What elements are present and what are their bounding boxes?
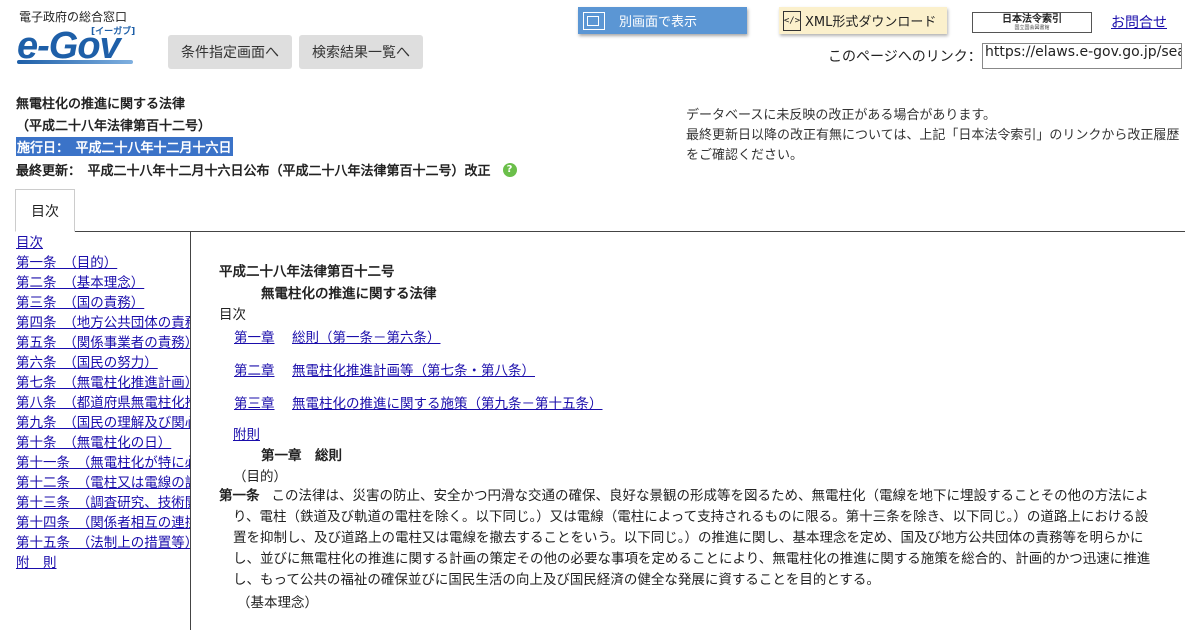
- logo-swoosh-icon: [17, 60, 133, 64]
- toc-item[interactable]: 第十三条 （調査研究、技術開発等の推進等）: [16, 494, 190, 514]
- toc-item-link[interactable]: 第九条 （国民の理解及び関心の増進）: [16, 415, 190, 431]
- toc-chapter-2[interactable]: 第二章 無電柱化推進計画等（第七条・第八条）: [234, 359, 535, 379]
- search-results-button[interactable]: 検索結果一覧へ: [299, 35, 423, 69]
- toc-item[interactable]: 第十条 （無電柱化の日）: [16, 434, 190, 454]
- law-index-title: 日本法令索引: [1002, 14, 1062, 25]
- toc-sidebar[interactable]: 目次第一条 （目的） 第二条 （基本理念） 第三条 （国の責務） 第四条 （地方公共団…: [16, 234, 191, 630]
- chapter-1-heading: 第一章 総則: [261, 448, 342, 464]
- chapter-1-number[interactable]: 第一章: [234, 326, 292, 346]
- law-index-button[interactable]: 日本法令索引 国立国会図書館: [972, 12, 1092, 33]
- contact-link[interactable]: お問合せ: [1111, 12, 1167, 32]
- toc-item-link[interactable]: 第四条 （地方公共団体の責務）: [16, 315, 190, 331]
- toc-item-link[interactable]: 目次: [16, 235, 43, 251]
- toc-item-link[interactable]: 第八条 （都道府県無電柱化推進計画等）: [16, 395, 190, 411]
- toc-item[interactable]: 第九条 （国民の理解及び関心の増進）: [16, 414, 190, 434]
- open-new-window-button[interactable]: 別画面で表示: [578, 7, 747, 34]
- last-updated-text: 最終更新： 平成二十八年十二月十六日公布（平成二十八年法律第百十二号）改正: [16, 164, 491, 179]
- toc-item-link[interactable]: 附 則: [16, 555, 57, 571]
- body-toc-label: 目次: [219, 307, 246, 323]
- logo-tag: [イーガブ]: [91, 27, 136, 37]
- tab-toc[interactable]: 目次: [15, 189, 75, 232]
- article-1-caption: （目的）: [233, 469, 287, 485]
- toc-item-link[interactable]: 第十三条 （調査研究、技術開発等の推進等）: [16, 495, 190, 511]
- chapter-1-title[interactable]: 総則（第一条－第六条）: [292, 330, 441, 346]
- page-link-label: このページへのリンク：: [828, 49, 982, 65]
- toc-item-link[interactable]: 第十二条 （電柱又は電線の設置の抑制及び撤去）: [16, 475, 190, 491]
- new-window-icon: [583, 11, 605, 30]
- toc-item[interactable]: 第二条 （基本理念）: [16, 274, 190, 294]
- law-index-sub: 国立国会図書館: [1014, 25, 1050, 31]
- last-updated: 最終更新： 平成二十八年十二月十六日公布（平成二十八年法律第百十二号）改正 ?: [16, 160, 517, 179]
- toc-item[interactable]: 附 則: [16, 554, 190, 574]
- toc-item[interactable]: 第十二条 （電柱又は電線の設置の抑制及び撤去）: [16, 474, 190, 494]
- toc-item-link[interactable]: 第十五条 （法制上の措置等）: [16, 535, 190, 551]
- chapter-3-number[interactable]: 第三章: [234, 392, 292, 412]
- egov-logo[interactable]: e-Gov [イーガブ]: [17, 22, 137, 68]
- notice-line-1: データベースに未反映の改正がある場合があります。: [686, 108, 997, 123]
- article-1-number: 第一条: [219, 488, 260, 504]
- toc-item-link[interactable]: 第七条 （無電柱化推進計画）: [16, 375, 190, 391]
- toc-item[interactable]: 第十一条 （無電柱化が特に必要であると認められる道路の占用の禁止等）: [16, 454, 190, 474]
- enforcement-date: 施行日： 平成二十八年十二月十六日: [16, 137, 233, 156]
- sidebar-divider: [190, 232, 191, 630]
- toc-item[interactable]: 第八条 （都道府県無電柱化推進計画等）: [16, 394, 190, 414]
- toc-item[interactable]: 第七条 （無電柱化推進計画）: [16, 374, 190, 394]
- toc-item-link[interactable]: 第十四条 （関係者相互の連携及び協力）: [16, 515, 190, 531]
- toc-item[interactable]: 第十五条 （法制上の措置等）: [16, 534, 190, 554]
- condition-search-button[interactable]: 条件指定画面へ: [168, 35, 292, 69]
- toc-item-link[interactable]: 第十条 （無電柱化の日）: [16, 435, 171, 451]
- body-law-number: 平成二十八年法律第百十二号: [219, 264, 395, 280]
- toc-list: 目次第一条 （目的） 第二条 （基本理念） 第三条 （国の責務） 第四条 （地方公共団…: [16, 234, 190, 574]
- article-2-caption: （基本理念）: [237, 595, 318, 611]
- help-icon[interactable]: ?: [502, 162, 517, 177]
- notice-line-2: 最終更新日以降の改正有無については、上記「日本法令索引」のリンクから改正履歴をご…: [686, 128, 1180, 163]
- xml-download-button[interactable]: </> XML形式ダウンロード: [779, 7, 947, 34]
- toc-item-link[interactable]: 第六条 （国民の努力）: [16, 355, 158, 371]
- toc-item-link[interactable]: 第一条 （目的）: [16, 255, 117, 271]
- toc-item[interactable]: 第六条 （国民の努力）: [16, 354, 190, 374]
- toc-item-link[interactable]: 第三条 （国の責務）: [16, 295, 144, 311]
- supplementary-link[interactable]: 附則: [233, 427, 260, 443]
- law-number: （平成二十八年法律第百十二号）: [16, 119, 212, 134]
- body-law-title: 無電柱化の推進に関する法律: [261, 286, 437, 302]
- page-link-field[interactable]: https://elaws.e-gov.go.jp/search: [982, 43, 1182, 69]
- toc-item-link[interactable]: 第十一条 （無電柱化が特に必要であると認められる道路の占用の禁止等）: [16, 455, 190, 471]
- toc-item[interactable]: 第三条 （国の責務）: [16, 294, 190, 314]
- xml-download-label: XML形式ダウンロード: [805, 15, 937, 30]
- toc-item-link[interactable]: 第二条 （基本理念）: [16, 275, 144, 291]
- toc-supplementary[interactable]: 附則: [233, 423, 260, 443]
- toc-chapter-3[interactable]: 第三章 無電柱化の推進に関する施策（第九条－第十五条）: [234, 392, 603, 412]
- toc-item-link[interactable]: 第五条 （関係事業者の責務）: [16, 335, 190, 351]
- toc-chapter-1[interactable]: 第一章 総則（第一条－第六条）: [234, 326, 441, 346]
- toc-item[interactable]: 目次: [16, 234, 190, 254]
- toc-item[interactable]: 第五条 （関係事業者の責務）: [16, 334, 190, 354]
- notice-text: データベースに未反映の改正がある場合があります。 最終更新日以降の改正有無につい…: [686, 106, 1181, 166]
- article-1-text: この法律は、災害の防止、安全かつ円滑な交通の確保、良好な景観の形成等を図るため、…: [233, 488, 1151, 588]
- chapter-2-title[interactable]: 無電柱化推進計画等（第七条・第八条）: [292, 363, 535, 379]
- open-new-window-label: 別画面で表示: [619, 15, 698, 30]
- code-file-icon: </>: [783, 10, 801, 31]
- toc-item[interactable]: 第一条 （目的）: [16, 254, 190, 274]
- toc-item[interactable]: 第十四条 （関係者相互の連携及び協力）: [16, 514, 190, 534]
- law-title: 無電柱化の推進に関する法律: [16, 97, 186, 112]
- article-1: 第一条 この法律は、災害の防止、安全かつ円滑な交通の確保、良好な景観の形成等を図る…: [219, 486, 1159, 591]
- toc-item[interactable]: 第四条 （地方公共団体の責務）: [16, 314, 190, 334]
- chapter-2-number[interactable]: 第二章: [234, 359, 292, 379]
- chapter-3-title[interactable]: 無電柱化の推進に関する施策（第九条－第十五条）: [292, 396, 603, 412]
